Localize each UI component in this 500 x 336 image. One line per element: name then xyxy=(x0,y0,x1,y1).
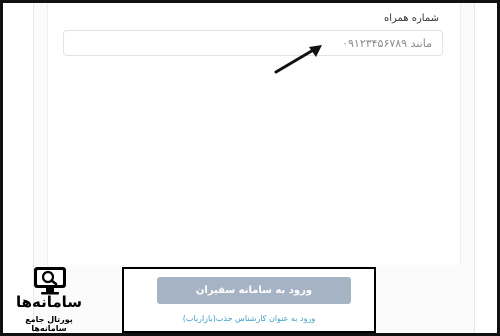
login-button[interactable]: ورود به سامانه سفیران xyxy=(157,277,351,304)
logo-subtitle: پورتال جامع سامانه‌ها xyxy=(25,315,73,333)
pointer-arrow-icon xyxy=(274,45,322,74)
expert-login-link[interactable]: ورود به عنوان کارشناس جذب(بازاریاب) xyxy=(124,314,374,323)
monitor-search-icon xyxy=(34,267,66,295)
login-actions-highlight: ورود به سامانه سفیران ورود به عنوان کارش… xyxy=(122,267,376,333)
screenshot-frame: شماره همراه ورود به سامانه سفیران ورود ب… xyxy=(0,0,500,336)
phone-input[interactable] xyxy=(63,30,443,56)
phone-label: شماره همراه xyxy=(383,13,439,24)
logo-title: سامانه‌ها xyxy=(15,293,83,311)
samanehha-logo: سامانه‌ها پورتال جامع سامانه‌ها xyxy=(8,265,90,333)
